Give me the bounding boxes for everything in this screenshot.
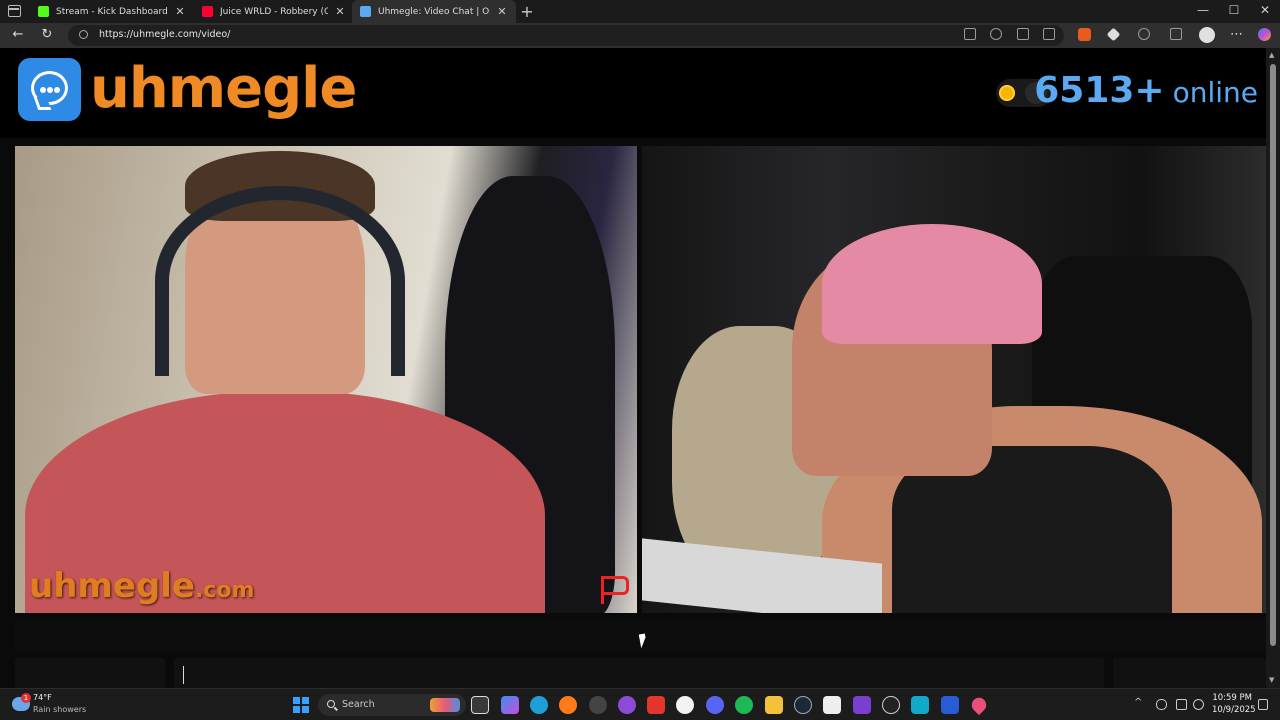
watermark-main: uhmegle (29, 566, 195, 606)
text-caret (183, 666, 184, 684)
tab-juice-wrld-robbery[interactable]: Juice WRLD - Robbery (Official M ✕ (194, 0, 354, 23)
search-highlight-icon (430, 698, 460, 712)
extension-icon[interactable] (1078, 28, 1091, 41)
copilot-app-icon[interactable] (501, 696, 519, 714)
discord-icon[interactable] (706, 696, 724, 714)
taskbar-search[interactable]: Search (318, 694, 466, 716)
clapper-app-icon[interactable] (853, 696, 871, 714)
favorites-icon[interactable] (1170, 28, 1182, 40)
taskbar: 1 74°F Rain showers Search ^ 10:59 PM 10… (0, 688, 1280, 720)
report-flag-icon[interactable] (599, 574, 629, 604)
camera-in-use-icon[interactable] (964, 28, 976, 40)
chat-bubble-logo-icon[interactable] (18, 58, 81, 121)
podcast-app-icon[interactable] (618, 696, 636, 714)
scroll-up-icon[interactable]: ▲ (1269, 51, 1274, 59)
youtube-favicon-icon (202, 6, 213, 17)
weather-description[interactable]: Rain showers (33, 705, 86, 714)
scrollbar-thumb[interactable] (1270, 64, 1276, 646)
windows-start-icon[interactable] (293, 697, 309, 713)
self-video (642, 146, 1266, 613)
tab-actions-menu-icon[interactable] (8, 5, 21, 17)
edge-browser-icon[interactable] (530, 696, 548, 714)
logo-dot (40, 87, 46, 93)
profile-avatar[interactable] (1199, 27, 1215, 43)
zoom-icon[interactable] (990, 28, 1002, 40)
send-button[interactable] (1113, 658, 1266, 688)
tab-kick-dashboard[interactable]: Stream - Kick Dashboard ✕ (30, 0, 194, 23)
notepad-icon[interactable] (823, 696, 841, 714)
site-logo-text[interactable]: uhmegle (90, 56, 357, 121)
skip-button[interactable] (15, 658, 165, 688)
tab-strip: Stream - Kick Dashboard ✕ Juice WRLD - R… (0, 0, 1280, 23)
teal-app-icon[interactable] (911, 696, 929, 714)
music-app-icon[interactable] (676, 696, 694, 714)
red-app-icon[interactable] (647, 696, 665, 714)
close-tab-icon[interactable]: ✕ (496, 5, 508, 18)
fx-app-icon[interactable] (941, 696, 959, 714)
new-tab-button[interactable]: + (519, 2, 535, 21)
tab-title: Stream - Kick Dashboard (56, 6, 168, 17)
pink-cap (822, 224, 1042, 344)
copilot-icon[interactable] (1258, 28, 1271, 41)
search-label: Search (342, 699, 375, 710)
uhmegle-favicon-icon (360, 6, 371, 17)
obs-icon[interactable] (589, 696, 607, 714)
scroll-down-icon[interactable]: ▼ (1269, 676, 1274, 684)
network-icon[interactable] (1176, 699, 1187, 710)
steam-icon[interactable] (794, 696, 812, 714)
file-explorer-icon[interactable] (765, 696, 783, 714)
maximize-button[interactable]: ☐ (1219, 3, 1249, 17)
stranger-video: uhmegle.com (15, 146, 637, 613)
task-view-icon[interactable] (471, 696, 489, 714)
kick-favicon-icon (38, 6, 49, 17)
search-icon (327, 700, 335, 708)
tab-title: Juice WRLD - Robbery (Official M (220, 6, 328, 17)
page-scrollbar[interactable]: ▲ ▼ (1266, 48, 1280, 688)
watermark-suffix: .com (194, 578, 255, 603)
reload-button[interactable]: ↻ (38, 27, 56, 43)
weather-temperature[interactable]: 74°F (33, 693, 52, 702)
logo-dot (54, 87, 60, 93)
spotify-icon[interactable] (735, 696, 753, 714)
pin-app-icon[interactable] (968, 694, 990, 716)
volume-icon[interactable] (1193, 699, 1204, 710)
more-menu-icon[interactable]: ⋯ (1230, 27, 1243, 42)
logo-dot (47, 87, 53, 93)
notification-bell-icon[interactable] (1258, 699, 1268, 710)
close-tab-icon[interactable]: ✕ (334, 5, 346, 18)
clock-date[interactable]: 10/9/2025 (1212, 705, 1256, 715)
url-text[interactable]: https://uhmegle.com/video/ (99, 29, 230, 40)
address-bar[interactable]: https://uhmegle.com/video/ (68, 25, 1064, 46)
close-tab-icon[interactable]: ✕ (174, 5, 186, 18)
site-info-icon[interactable] (79, 30, 88, 39)
online-label: online (1172, 76, 1258, 109)
clock-time[interactable]: 10:59 PM (1212, 693, 1252, 703)
extensions-puzzle-icon[interactable] (1138, 28, 1150, 40)
sun-icon (999, 85, 1015, 101)
page-content: uhmegle 6513+ online uhmegle.com (0, 48, 1266, 688)
online-count: 6513+ (1034, 70, 1165, 111)
headset-shape (155, 186, 405, 376)
browser-toolbar: ← ↻ https://uhmegle.com/video/ ⋯ (0, 23, 1280, 48)
microphone-icon[interactable] (1156, 699, 1167, 710)
close-window-button[interactable]: ✕ (1250, 3, 1280, 17)
chat-controls (0, 658, 1266, 688)
read-aloud-icon[interactable] (1017, 28, 1029, 40)
online-counter: 6513+ online (1034, 70, 1258, 111)
show-hidden-icons-icon[interactable]: ^ (1134, 697, 1142, 708)
minimize-button[interactable]: — (1188, 3, 1218, 17)
tab-uhmegle-video-chat[interactable]: Uhmegle: Video Chat | Ome ✕ (352, 0, 516, 23)
back-button[interactable]: ← (9, 27, 27, 43)
extension-diamond-icon[interactable] (1106, 27, 1121, 42)
weather-alert-badge: 1 (21, 693, 31, 703)
uhmegle-watermark: uhmegle.com (29, 566, 254, 606)
site-header: uhmegle 6513+ online (0, 48, 1266, 138)
firefox-icon[interactable] (559, 696, 577, 714)
message-input[interactable] (174, 658, 1104, 688)
favorite-star-icon[interactable] (1043, 28, 1055, 40)
tab-title: Uhmegle: Video Chat | Ome (378, 6, 490, 17)
media-app-icon[interactable] (882, 696, 900, 714)
